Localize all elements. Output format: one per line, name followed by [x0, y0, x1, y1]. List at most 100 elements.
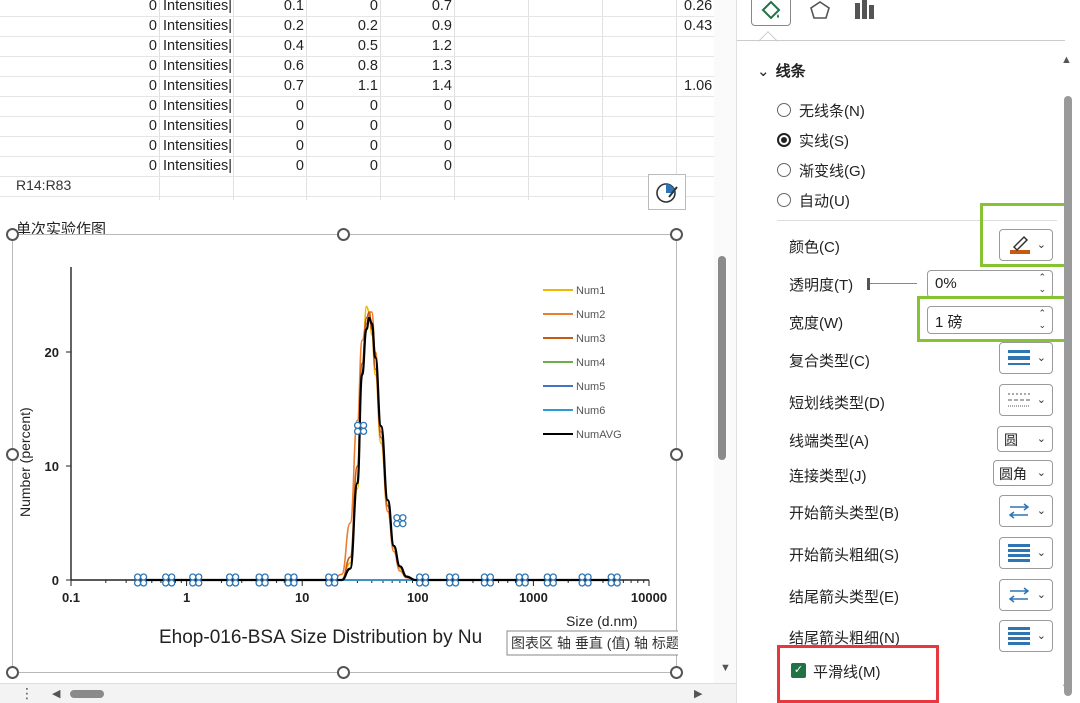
- horizontal-scroll-thumb[interactable]: [70, 690, 104, 698]
- chart-area[interactable]: 0.1 1 10 100 1000 10000 0 10 20 Num1 Num2 Num3 Num4…: [12, 234, 692, 674]
- sheet-cell[interactable]: 0: [318, 0, 378, 16]
- scroll-down-arrow-icon[interactable]: ▼: [720, 662, 731, 674]
- sheet-cell[interactable]: 1.1: [318, 76, 378, 96]
- transparency-slider[interactable]: [867, 278, 917, 290]
- legend-label[interactable]: Num5: [576, 381, 605, 393]
- sheet-cell[interactable]: 0: [244, 136, 304, 156]
- sheet-cell[interactable]: 0.43: [684, 16, 712, 36]
- sheet-cell[interactable]: 0: [97, 156, 157, 176]
- sheet-cell[interactable]: 0: [392, 116, 452, 136]
- scroll-left-arrow-icon[interactable]: ◀: [52, 687, 60, 700]
- sheet-cell[interactable]: 0.2: [244, 16, 304, 36]
- sheet-cell[interactable]: 0: [97, 0, 157, 16]
- resize-handle[interactable]: [670, 448, 683, 461]
- sheet-cell[interactable]: 0: [318, 96, 378, 116]
- join-type-dropdown[interactable]: 圆角 ⌄: [993, 460, 1053, 486]
- section-toggle-line[interactable]: ⌄ 线条: [757, 60, 806, 81]
- sheet-cell[interactable]: Intensities|: [163, 36, 232, 56]
- pane-vertical-scroll-thumb[interactable]: [1064, 96, 1072, 696]
- sheet-cell[interactable]: 0: [318, 156, 378, 176]
- series-line-num2[interactable]: [140, 311, 619, 581]
- begin-arrow-type-dropdown[interactable]: ⌄: [999, 495, 1053, 527]
- sheet-vertical-scroll-thumb[interactable]: [718, 256, 726, 460]
- transparency-input[interactable]: 0% ⌃ ⌄: [927, 270, 1053, 298]
- sheet-cell[interactable]: 0: [392, 136, 452, 156]
- sheet-cell[interactable]: Intensities|: [163, 76, 232, 96]
- legend-label[interactable]: Num6: [576, 405, 605, 417]
- resize-handle[interactable]: [670, 666, 683, 679]
- sheet-cell[interactable]: Intensities|: [163, 136, 232, 156]
- sheet-cell[interactable]: 0.6: [244, 56, 304, 76]
- sheet-cell[interactable]: 0: [392, 156, 452, 176]
- legend-label[interactable]: Num1: [576, 285, 605, 297]
- sheet-cell[interactable]: 0.7: [392, 0, 452, 16]
- legend-label[interactable]: Num3: [576, 333, 605, 345]
- sheet-cell[interactable]: 0: [318, 136, 378, 156]
- effects-tab[interactable]: [805, 0, 835, 24]
- series-line-num3[interactable]: [140, 311, 619, 581]
- sheet-cell[interactable]: 0: [97, 136, 157, 156]
- sheet-cell[interactable]: 0.26: [684, 0, 712, 16]
- series-line-num1[interactable]: [140, 305, 619, 581]
- sheet-cell[interactable]: 0: [97, 96, 157, 116]
- sheet-cell[interactable]: 1.06: [684, 76, 712, 96]
- fill-line-tab[interactable]: [751, 0, 791, 26]
- sheet-cell[interactable]: 0.1: [244, 0, 304, 16]
- begin-arrow-size-dropdown[interactable]: ⌄: [999, 537, 1053, 569]
- sheet-cell[interactable]: 0.5: [318, 36, 378, 56]
- resize-handle[interactable]: [6, 666, 19, 679]
- resize-handle[interactable]: [6, 228, 19, 241]
- selected-point-marker[interactable]: [393, 514, 407, 528]
- sheet-cell[interactable]: 0.8: [318, 56, 378, 76]
- sheet-cell[interactable]: 0.9: [392, 16, 452, 36]
- sheet-cell[interactable]: 0.7: [244, 76, 304, 96]
- quick-analysis-button[interactable]: [648, 174, 686, 210]
- legend-label[interactable]: Num2: [576, 309, 605, 321]
- sheet-cell[interactable]: 0.2: [318, 16, 378, 36]
- sheet-cell[interactable]: Intensities|: [163, 156, 232, 176]
- legend-label[interactable]: Num4: [576, 357, 605, 369]
- sheet-cell[interactable]: 0: [97, 16, 157, 36]
- scroll-up-arrow-icon[interactable]: ▲: [1061, 54, 1072, 66]
- sheet-cell[interactable]: Intensities|: [163, 56, 232, 76]
- slider-thumb[interactable]: [867, 278, 870, 290]
- sheet-cell[interactable]: 1.3: [392, 56, 452, 76]
- sheet-cell[interactable]: 1.2: [392, 36, 452, 56]
- sheet-horizontal-scrollbar[interactable]: ⋮ ◀ ▶: [0, 683, 736, 703]
- spinner-icon[interactable]: ⌃ ⌄: [1038, 271, 1046, 295]
- sheet-cell[interactable]: 0: [244, 156, 304, 176]
- sheet-cell[interactable]: 0: [97, 36, 157, 56]
- size-distribution-chart[interactable]: 0.1 1 10 100 1000 10000 0 10 20 Num1 Num2 Num3 Num4…: [13, 235, 692, 674]
- sheet-cell[interactable]: 0: [244, 116, 304, 136]
- series-line-numavg[interactable]: [140, 316, 619, 582]
- resize-handle[interactable]: [6, 448, 19, 461]
- legend-label[interactable]: NumAVG: [576, 429, 622, 441]
- sheet-cell[interactable]: Intensities|: [163, 16, 232, 36]
- sheet-cell[interactable]: 0: [318, 116, 378, 136]
- cap-type-dropdown[interactable]: 圆 ⌄: [997, 426, 1053, 452]
- sheet-cell[interactable]: 0: [97, 56, 157, 76]
- resize-handle[interactable]: [337, 666, 350, 679]
- sheet-cell[interactable]: 0: [244, 96, 304, 116]
- sheet-cell[interactable]: 0.4: [244, 36, 304, 56]
- sheet-cell[interactable]: 1.4: [392, 76, 452, 96]
- resize-handle[interactable]: [337, 228, 350, 241]
- more-options-icon[interactable]: ⋮: [20, 685, 34, 702]
- dash-type-dropdown[interactable]: ⌄: [999, 384, 1053, 416]
- chart-title[interactable]: Ehop-016-BSA Size Distribution by Nu: [159, 627, 482, 648]
- sheet-cell[interactable]: Intensities|: [163, 0, 232, 16]
- series-options-tab[interactable]: [849, 0, 879, 24]
- worksheet[interactable]: 0 Intensities| 0.1 0 0.7 0.26 0 Intensities| 0.2…: [0, 0, 714, 683]
- scroll-right-arrow-icon[interactable]: ▶: [694, 687, 702, 700]
- sheet-cell[interactable]: 0: [97, 116, 157, 136]
- x-axis-title[interactable]: Size (d.nm): [566, 613, 638, 629]
- sheet-cell[interactable]: Intensities|: [163, 116, 232, 136]
- sheet-cell[interactable]: 0: [392, 96, 452, 116]
- compound-type-dropdown[interactable]: ⌄: [999, 342, 1053, 374]
- end-arrow-size-dropdown[interactable]: ⌄: [999, 620, 1053, 652]
- sheet-cell[interactable]: Intensities|: [163, 96, 232, 116]
- resize-handle[interactable]: [670, 228, 683, 241]
- end-arrow-type-dropdown[interactable]: ⌄: [999, 579, 1053, 611]
- y-axis-title[interactable]: Number (percent): [17, 407, 33, 517]
- sheet-cell[interactable]: 0: [97, 76, 157, 96]
